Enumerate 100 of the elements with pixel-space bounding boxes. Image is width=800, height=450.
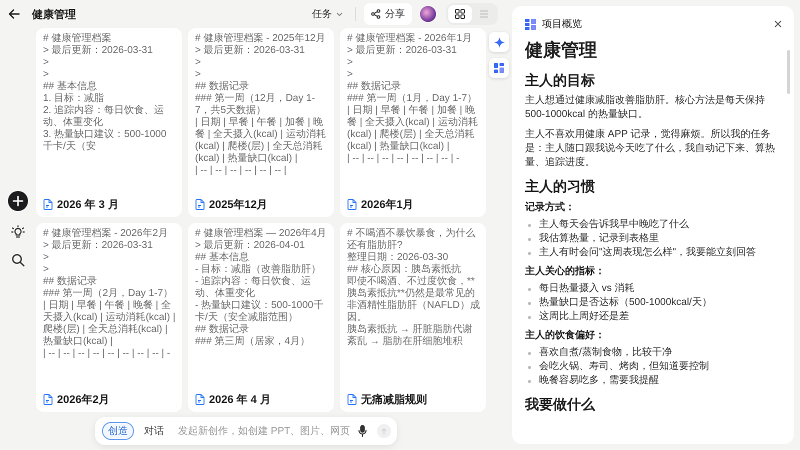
lightbulb-icon[interactable] <box>11 225 25 239</box>
document-icon <box>347 394 357 404</box>
list-item: 每日热量摄入 vs 消耗 <box>525 282 776 296</box>
microphone-icon[interactable] <box>358 425 367 437</box>
list-item: 晚餐容易吃多，需要我提醒 <box>525 374 776 388</box>
preview-text: - 热量缺口建议：500-1000千卡/天（安全减脂范围） <box>195 300 324 324</box>
preview-text: | 日期 | 早餐 | 午餐 | 加餐 | 晚餐 | 全天摄入(kcal) | 运动消耗(kcal) | 爬楼(层) | 全天总消耗(kcal) | 热量缺口(kcal) | <box>347 105 479 153</box>
document-icon <box>43 394 53 404</box>
paragraph: 主人想通过健康减脂改善脂肪肝。核心方法是每天保持 500-1000kcal 的热量缺口。 <box>525 94 766 122</box>
page-title: 健康管理 <box>32 8 76 22</box>
preview-text: ### 第三周（居家，4月） <box>195 336 312 348</box>
preview-text: | -- | -- | -- | -- | -- | -- | <box>195 165 288 177</box>
document-icon <box>195 198 205 210</box>
list-item: 这周比上周好还是差 <box>525 310 776 324</box>
avatar[interactable] <box>420 6 436 22</box>
document-icon <box>347 198 357 210</box>
preview-text: > <box>195 69 202 81</box>
preview-text: 整理日期：2026-03-30 <box>347 252 450 264</box>
share-button[interactable]: 分享 <box>364 3 412 25</box>
arrow-up-icon <box>381 428 387 434</box>
preview-text: > 最后更新：2026-03-31 <box>195 45 306 57</box>
preview-text: > <box>43 69 50 81</box>
preview-text: > <box>43 252 50 264</box>
sparkle-icon <box>494 36 504 48</box>
document-icon <box>43 198 53 210</box>
list-item: 喜欢自煮/蒸制食物，比较干净 <box>525 346 776 360</box>
document-card[interactable] <box>36 223 182 412</box>
preview-text: > <box>347 57 354 69</box>
preview-text: # 不喝酒不暴饮暴食，为什么还有脂肪肝? <box>347 228 476 252</box>
list-item: 热量缺口是否达标（500-1000kcal/天） <box>525 296 776 310</box>
preview-text: ## 基本信息 <box>43 81 98 92</box>
list-item: 会吃火锅、寿司、烤肉，但知道要控制 <box>525 360 776 374</box>
preview-text: 胰岛素抵抗 → 肝脏脂肪代谢紊乱 → 脂肪在肝细胞堆积 <box>347 324 474 348</box>
sparkle-button[interactable] <box>489 32 509 52</box>
scrollbar-thumb[interactable] <box>787 50 790 94</box>
paragraph: 主人不喜欢用健康 APP 记录，觉得麻烦。所以我的任务是：主人随口跟我说今天吃了什么，我自动记下来、算热量、追踪进度。 <box>525 128 776 170</box>
list-item: 主人每天会告诉我早中晚吃了什么 <box>525 218 776 232</box>
preview-text: | 日期 | 早餐 | 午餐 | 晚餐 | 全天摄入(kcal) | 运动消耗(kcal) | 爬楼(层) | 全天总消耗(kcal) | 热量缺口(kcal) | <box>43 300 176 348</box>
subheading: 主人关心的指标： <box>525 264 606 279</box>
preview-text: ### 第一周（1月，Day 1-7） <box>347 93 478 104</box>
document-card[interactable] <box>340 28 486 217</box>
document-card[interactable]: # 不喝酒不暴饮暴食，为什么还有脂肪肝? 整理日期：2026-03-30 ## 核心原因：胰岛素抵抗 即使不喝酒、不过度饮食，**胰岛素抵抗**仍然是最常见的非酒精性脂肪肝（NAFLD）成因。 胰岛素抵抗 → 肝脏脂肪代谢紊乱 → 脂肪在肝细胞堆积 无痛减脂规则 <box>340 223 486 412</box>
card-title: 2025年12月 <box>209 198 268 212</box>
overview-button[interactable] <box>489 58 509 78</box>
preview-text: > 最后更新：2026-03-31 <box>43 240 154 252</box>
task-menu[interactable]: 任务 <box>306 4 349 24</box>
document-card[interactable] <box>188 28 334 217</box>
prompt-field[interactable]: 发起新创作，如创建 PPT、图片、网页 <box>178 424 354 438</box>
preview-text: > <box>43 264 50 276</box>
preview-text: > <box>195 57 202 69</box>
preview-text: > 最后更新：2026-03-31 <box>347 45 458 57</box>
preview-text: | -- | -- | -- | -- | -- | -- | -- | - <box>347 153 460 165</box>
section-heading: 主人的目标 <box>525 71 596 90</box>
preview-text: ### 第一周（2月，Day 1-7） <box>43 288 174 300</box>
card-title: 2026年2月 <box>57 392 110 406</box>
preview-text: ## 数据记录 <box>43 276 98 288</box>
preview-text: ## 基本信息 <box>195 252 250 264</box>
card-title: 无痛减脂规则 <box>361 392 427 406</box>
preview-text: > 最后更新：2026-04-01 <box>195 240 306 252</box>
preview-text: ## 数据记录 <box>195 81 250 93</box>
list-item: 我估算热量，记录到表格里 <box>525 232 776 246</box>
close-icon[interactable] <box>774 20 782 28</box>
chevron-down-icon <box>336 12 343 16</box>
preview-text: 即使不喝酒、不过度饮食，**胰岛素抵抗**仍然是最常见的非酒精性脂肪肝（NAFLD）成因。 <box>347 276 480 324</box>
search-icon[interactable] <box>11 253 25 267</box>
prompt-box[interactable]: 创造 对话 发起新创作，如创建 PPT、图片、网页 <box>95 417 397 445</box>
preview-text: > 最后更新：2026-03-31 <box>43 45 154 57</box>
panel-title: 项目概览 <box>542 18 583 31</box>
mode-tab[interactable]: 对话 <box>138 422 170 440</box>
subheading: 记录方式： <box>525 200 576 215</box>
plus-icon[interactable] <box>8 191 28 211</box>
section-heading: 我要做什么 <box>525 395 596 414</box>
preview-text: 2. 追踪内容：每日饮食、运动、体重变化 <box>43 105 166 128</box>
list-icon <box>479 9 489 19</box>
preview-text: ### 第一周（12月，Day 1-7，共5天数据） <box>195 93 316 116</box>
document-icon <box>195 394 205 404</box>
back-icon[interactable] <box>8 8 20 20</box>
card-title: 2026 年 3 月 <box>57 198 119 212</box>
card-title: 2026年1月 <box>361 198 414 212</box>
mode-tab[interactable]: 创造 <box>102 422 134 440</box>
preview-text: - 追踪内容：每日饮食、运动、体重变化 <box>195 276 312 300</box>
preview-text: | -- | -- | -- | -- | -- | -- | -- | -- | - <box>43 348 172 360</box>
preview-text: > <box>43 57 50 69</box>
preview-text: > <box>347 69 354 81</box>
preview-text: ## 数据记录 <box>195 324 250 336</box>
grid-view-button[interactable] <box>448 5 472 23</box>
preview-text: 3. 热量缺口建议：500-1000千卡/天（安 <box>43 129 168 153</box>
subheading: 主人的饮食偏好： <box>525 328 606 343</box>
preview-text: 1. 目标：减脂 <box>43 93 106 104</box>
section-heading: 主人的习惯 <box>525 177 596 196</box>
preview-text: ## 数据记录 <box>347 81 402 93</box>
list-item: 主人有时会问"这周表现怎么样"，我要能立刻回答 <box>525 246 776 260</box>
preview-text: ## 核心原因：胰岛素抵抗 <box>347 264 462 276</box>
card-title: 2026 年 4 月 <box>209 392 271 406</box>
preview-text: | 日期 | 早餐 | 午餐 | 加餐 | 晚餐 | 全天摄入(kcal) | 运动消耗(kcal) | 爬楼(层) | 全天总消耗(kcal) | 热量缺口(kcal) | <box>195 117 327 165</box>
dashboard-icon <box>525 18 536 30</box>
dashboard-icon <box>494 63 504 73</box>
grid-icon <box>455 9 465 19</box>
share-icon <box>371 9 381 19</box>
preview-text: - 目标：减脂（改善脂肪肝） <box>195 264 322 276</box>
